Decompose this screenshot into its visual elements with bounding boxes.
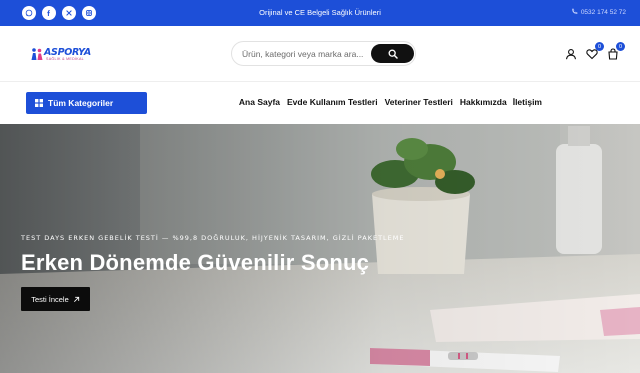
search-icon <box>388 49 398 59</box>
hero-subtitle: TEST DAYS ERKEN GEBELİK TESTİ — %99,8 DO… <box>21 234 405 242</box>
search-button[interactable] <box>371 44 414 63</box>
phone-text: 0532 174 52 72 <box>580 9 626 16</box>
header: ASPORYA SAĞLIK & MEDİKAL 0 0 <box>0 26 640 82</box>
user-icon <box>565 49 577 60</box>
hero-cta-button[interactable]: Testi İncele <box>21 287 90 311</box>
cart-count-badge: 0 <box>616 42 625 51</box>
hero-cta-label: Testi İncele <box>31 294 69 304</box>
logo-subtext: SAĞLIK & MEDİKAL <box>46 57 84 61</box>
search-input[interactable] <box>242 47 372 61</box>
hero-title: Erken Dönemde Güvenilir Sonuç <box>21 250 370 275</box>
cart-button[interactable]: 0 <box>607 42 625 60</box>
wishlist-button[interactable]: 0 <box>586 42 604 60</box>
promo-text: Orijinal ve CE Belgeli Sağlık Ürünleri <box>259 8 381 17</box>
nav-item-home[interactable]: Ana Sayfa <box>239 97 280 107</box>
logo[interactable]: ASPORYA SAĞLIK & MEDİKAL <box>30 46 96 64</box>
nav-item-veterinary-tests[interactable]: Veteriner Testleri <box>385 97 453 107</box>
nav-item-about[interactable]: Hakkımızda <box>460 97 507 107</box>
all-categories-button[interactable]: Tüm Kategoriler <box>26 92 147 114</box>
nav-menu: Ana Sayfa Evde Kullanım Testleri Veterin… <box>239 97 542 107</box>
nav-item-contact[interactable]: İletişim <box>513 97 542 107</box>
phone-icon <box>571 8 578 17</box>
account-button[interactable] <box>565 48 577 60</box>
nav-item-home-tests[interactable]: Evde Kullanım Testleri <box>287 97 378 107</box>
grid-icon <box>35 99 43 107</box>
arrow-up-right-icon <box>73 296 79 302</box>
phone-number[interactable]: 0532 174 52 72 <box>571 8 626 17</box>
search-bar <box>231 41 416 66</box>
main-nav: Tüm Kategoriler Ana Sayfa Evde Kullanım … <box>0 82 640 124</box>
wishlist-count-badge: 0 <box>595 42 604 51</box>
hero-banner: TEST DAYS ERKEN GEBELİK TESTİ — %99,8 DO… <box>0 124 640 373</box>
all-categories-label: Tüm Kategoriler <box>48 98 114 108</box>
top-bar: Orijinal ve CE Belgeli Sağlık Ürünleri 0… <box>0 0 640 26</box>
hero-background-image <box>0 124 640 373</box>
logo-mark-icon <box>31 48 43 60</box>
